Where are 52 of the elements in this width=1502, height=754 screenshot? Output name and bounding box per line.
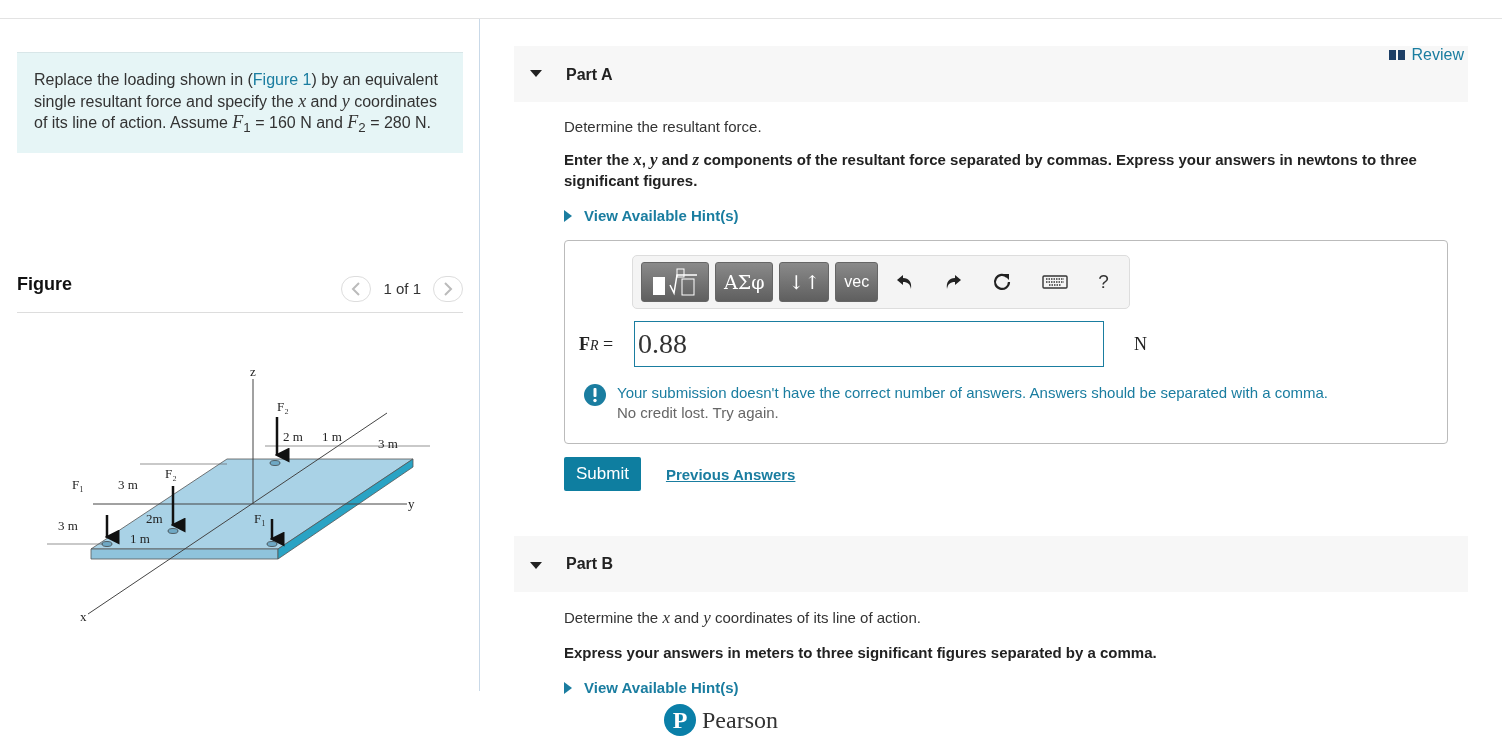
feedback-message: Your submission doesn't have the correct number of answers. Answers should be separated with a comma. [617, 383, 1328, 403]
triangle-icon [564, 209, 572, 222]
figure-label: 1 m [322, 428, 342, 444]
caret-icon[interactable] [530, 70, 542, 78]
template-button[interactable] [641, 262, 709, 302]
toolbar-button[interactable]: ↓↑ [779, 262, 830, 302]
reset-icon [992, 272, 1013, 292]
chevron-left-icon [351, 281, 362, 296]
instruction-text: Enter the x, y and z components of the resultant force separated by commas. Express your answers in newtons to three significant figures. [564, 149, 1418, 191]
hint-link[interactable]: View Available Hint(s) [564, 679, 1448, 696]
logo-icon: P [664, 704, 696, 736]
template-icon [650, 267, 700, 297]
part-title[interactable]: Part B [566, 555, 614, 573]
alert-icon [583, 383, 607, 407]
redo-icon [944, 274, 963, 290]
book-icon [1387, 49, 1406, 61]
caret-icon[interactable] [530, 562, 542, 570]
triangle-icon [564, 681, 572, 694]
figure-label: 2 m [283, 428, 303, 444]
instruction-text: Express your answers in meters to three significant figures separated by a comma. [564, 643, 1158, 663]
unit-label: N [1134, 333, 1147, 355]
logo-text: Pearson [702, 706, 778, 734]
figure-title: Figure [17, 274, 72, 296]
submit-button[interactable]: Submit [564, 457, 641, 491]
figure-label: 2m [146, 510, 163, 526]
figure-label: F₂ [165, 465, 177, 481]
figure-label: 1 m [130, 530, 150, 546]
toolbar-button[interactable]: vec [835, 262, 879, 302]
figure-label: 3 m [58, 517, 78, 533]
figure-label: y [408, 495, 415, 511]
chevron-right-icon [443, 281, 453, 296]
review-link[interactable]: Review [1387, 46, 1464, 64]
question-prompt: Determine the resultant force. [564, 118, 763, 135]
toolbar-button[interactable]: ΑΣφ [715, 262, 774, 302]
figure-label: z [250, 363, 256, 379]
problem-text: Replace the loading shown in (Figure 1) by an equivalent single resultant force and specify the x and y coordinates of its line of action. Assume F$_{1}$ = 160 N and F$_{2}$ = 280 N. [34, 70, 439, 138]
figure-label: F₂ [277, 398, 289, 414]
keyboard-icon [1042, 275, 1069, 289]
figure-label: F₁ [72, 476, 84, 492]
answer-field[interactable]: 0.88 [634, 321, 1104, 367]
question-prompt: Determine the x and y coordinates of its line of action. [564, 608, 922, 628]
previous-answers-link[interactable]: Previous Answers [665, 465, 796, 483]
figure-link[interactable]: Figure 1 [252, 71, 312, 88]
figure-label: 3 m [118, 476, 138, 492]
hint-link[interactable]: View Available Hint(s) [564, 207, 1448, 224]
feedback-note: No credit lost. Try again. [617, 403, 780, 423]
figure-label: x [80, 608, 87, 624]
figure-label: 3 m [378, 435, 398, 451]
part-title[interactable]: Part A [566, 66, 613, 84]
help-button[interactable]: ? [1086, 271, 1121, 293]
page-counter: 1 of 1 [383, 280, 421, 298]
figure-label: F₁ [254, 510, 266, 526]
